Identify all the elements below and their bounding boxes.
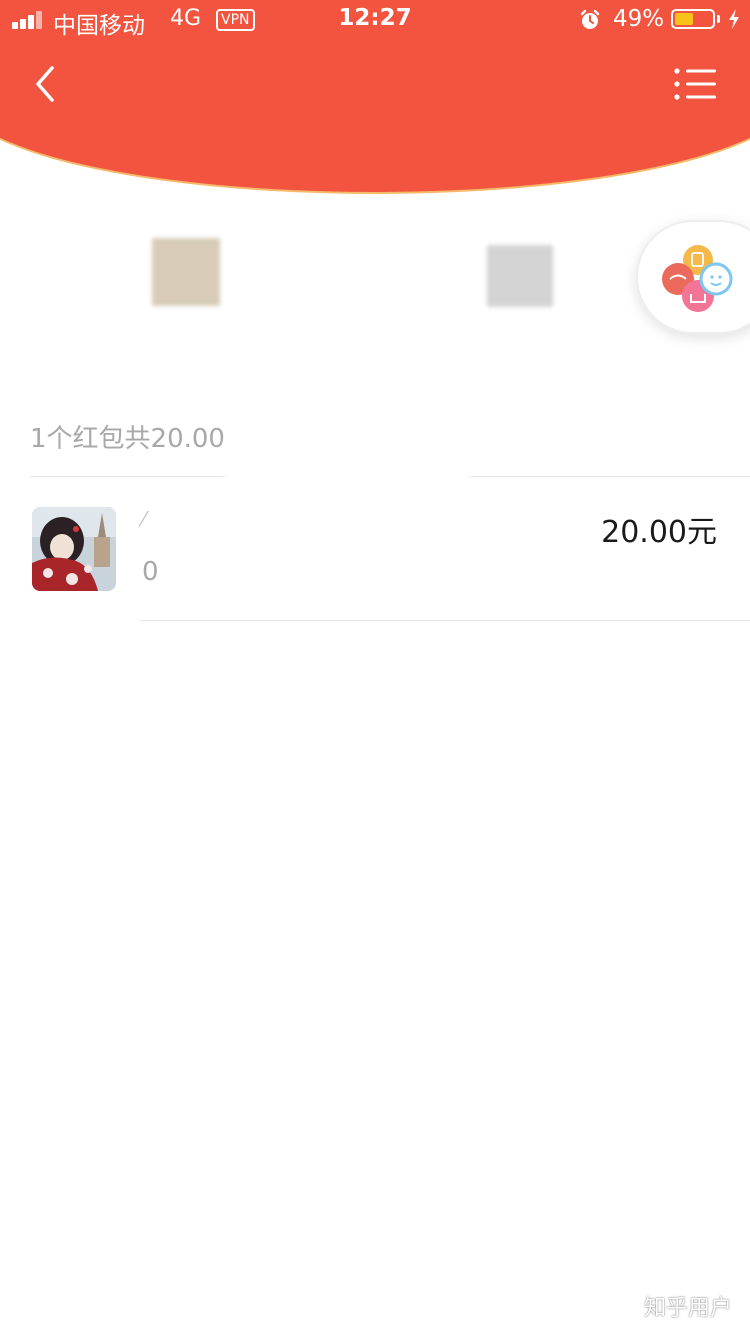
divider: [140, 620, 750, 621]
list-menu-icon: [674, 68, 716, 100]
received-amount: 20.00元: [601, 515, 717, 550]
recipient-avatar: [32, 507, 116, 591]
chevron-left-icon: [36, 66, 54, 102]
red-packet-detail-page: 中国移动 4G VPN 12:27 49% 1个红包共20.00 ⁄ 0 20.…: [0, 0, 750, 1334]
charging-bolt-icon: [729, 9, 739, 29]
avatar-photo-icon: [32, 507, 116, 591]
packet-summary: 1个红包共20.00: [30, 424, 225, 454]
floating-emoji-widget[interactable]: [636, 220, 750, 334]
recipient-name: ⁄: [142, 507, 146, 531]
alarm-clock-icon: [580, 9, 600, 29]
battery-cap: [717, 15, 720, 23]
back-button[interactable]: [24, 58, 68, 110]
packet-image-blurred: [487, 245, 553, 307]
battery-icon: [671, 9, 715, 29]
recipient-list-item[interactable]: ⁄ 0 20.00元: [0, 477, 750, 620]
battery-level-fill: [675, 13, 693, 25]
receive-time: 0: [142, 557, 159, 587]
sender-avatar-blurred: [152, 238, 220, 306]
menu-button[interactable]: [670, 62, 720, 106]
battery-percentage: 49%: [613, 6, 665, 32]
status-bar: 中国移动 4G VPN 12:27 49%: [0, 0, 750, 40]
emoji-bubbles-icon: [662, 245, 733, 312]
watermark: 知乎用户: [643, 1296, 732, 1321]
